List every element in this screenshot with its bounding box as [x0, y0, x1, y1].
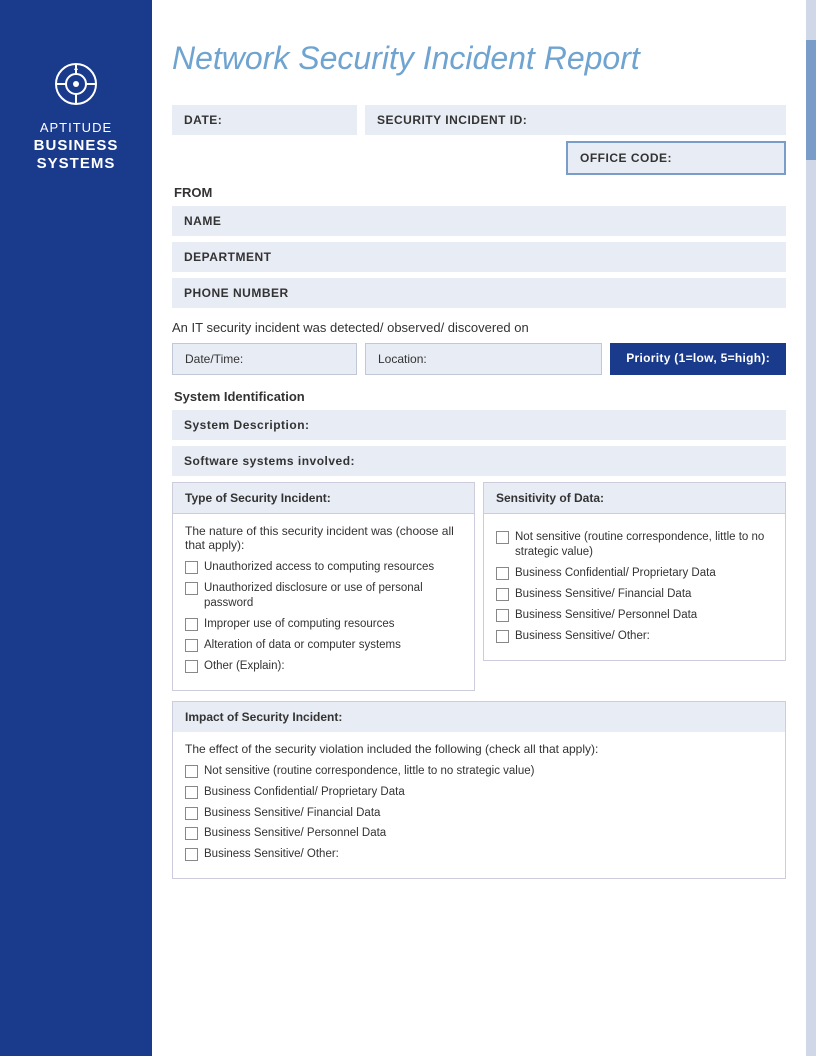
sensitivity-checkbox-item-3: Business Sensitive/ Personnel Data — [496, 608, 773, 623]
scrollbar[interactable] — [806, 0, 816, 1056]
sensitivity-checkbox-item-1: Business Confidential/ Proprietary Data — [496, 566, 773, 581]
main-content: Network Security Incident Report DATE: S… — [152, 0, 816, 919]
type-checkbox-item-4: Other (Explain): — [185, 659, 462, 674]
impact-checkbox-label-0: Not sensitive (routine correspondence, l… — [204, 764, 534, 779]
top-row: DATE: SECURITY INCIDENT ID: — [172, 105, 786, 135]
incident-row: Date/Time: Location: Priority (1=low, 5=… — [172, 343, 786, 375]
impact-checkbox-2[interactable] — [185, 807, 198, 820]
type-checkbox-2[interactable] — [185, 618, 198, 631]
office-code-row: OFFICE CODE: — [172, 141, 786, 175]
sensitivity-checkbox-item-4: Business Sensitive/ Other: — [496, 629, 773, 644]
software-systems-field[interactable]: Software systems involved: — [172, 446, 786, 476]
department-field[interactable]: DEPARTMENT — [172, 242, 786, 272]
phone-field[interactable]: PHONE NUMBER — [172, 278, 786, 308]
type-checkbox-label-1: Unauthorized disclosure or use of person… — [204, 581, 462, 611]
sensitivity-checkbox-label-2: Business Sensitive/ Financial Data — [515, 587, 691, 602]
type-checkbox-4[interactable] — [185, 660, 198, 673]
sidebar-business-label: BUSINESSSYSTEMS — [34, 137, 119, 173]
sensitivity-checkbox-0[interactable] — [496, 531, 509, 544]
type-checkbox-body: The nature of this security incident was… — [173, 514, 474, 690]
sensitivity-checkbox-label-1: Business Confidential/ Proprietary Data — [515, 566, 716, 581]
sensitivity-checkbox-item-0: Not sensitive (routine correspondence, l… — [496, 530, 773, 560]
security-incident-id-field[interactable]: SECURITY INCIDENT ID: — [365, 105, 786, 135]
impact-checkbox-label-4: Business Sensitive/ Other: — [204, 847, 339, 862]
impact-body: The effect of the security violation inc… — [173, 732, 785, 879]
impact-checkbox-item-1: Business Confidential/ Proprietary Data — [185, 785, 773, 800]
type-checkbox-label-4: Other (Explain): — [204, 659, 285, 674]
sidebar-aptitude-label: APTITUDE — [40, 120, 112, 135]
sensitivity-checkbox-label-0: Not sensitive (routine correspondence, l… — [515, 530, 773, 560]
impact-checkbox-item-2: Business Sensitive/ Financial Data — [185, 806, 773, 821]
impact-checkbox-3[interactable] — [185, 827, 198, 840]
sensitivity-checkbox-label-3: Business Sensitive/ Personnel Data — [515, 608, 697, 623]
sensitivity-checkbox-item-2: Business Sensitive/ Financial Data — [496, 587, 773, 602]
two-col-section: Type of Security Incident: The nature of… — [172, 482, 786, 691]
impact-header: Impact of Security Incident: — [173, 702, 785, 732]
sensitivity-checkbox-4[interactable] — [496, 630, 509, 643]
sensitivity-checkbox-1[interactable] — [496, 567, 509, 580]
sidebar: APTITUDE BUSINESSSYSTEMS — [0, 0, 152, 1056]
type-checkbox-section: Type of Security Incident: The nature of… — [172, 482, 475, 691]
page-title: Network Security Incident Report — [172, 40, 786, 77]
location-field[interactable]: Location: — [365, 343, 602, 375]
aptitude-logo-icon — [52, 60, 100, 108]
impact-checkbox-0[interactable] — [185, 765, 198, 778]
sensitivity-checkbox-section: Sensitivity of Data: Not sensitive (rout… — [483, 482, 786, 661]
impact-checkbox-item-4: Business Sensitive/ Other: — [185, 847, 773, 862]
date-field[interactable]: DATE: — [172, 105, 357, 135]
type-checkbox-0[interactable] — [185, 561, 198, 574]
type-checkbox-1[interactable] — [185, 582, 198, 595]
sensitivity-checkbox-label-4: Business Sensitive/ Other: — [515, 629, 650, 644]
it-security-text: An IT security incident was detected/ ob… — [172, 320, 786, 335]
impact-checkbox-4[interactable] — [185, 848, 198, 861]
type-header: Type of Security Incident: — [173, 483, 474, 514]
name-field[interactable]: NAME — [172, 206, 786, 236]
sensitivity-checkbox-body: Not sensitive (routine correspondence, l… — [484, 514, 785, 660]
type-checkbox-label-2: Improper use of computing resources — [204, 617, 394, 632]
impact-checkbox-item-0: Not sensitive (routine correspondence, l… — [185, 764, 773, 779]
priority-field[interactable]: Priority (1=low, 5=high): — [610, 343, 786, 375]
impact-checkbox-label-3: Business Sensitive/ Personnel Data — [204, 826, 386, 841]
type-checkbox-item-2: Improper use of computing resources — [185, 617, 462, 632]
datetime-field[interactable]: Date/Time: — [172, 343, 357, 375]
type-of-security-incident-section: Type of Security Incident: The nature of… — [172, 482, 475, 691]
impact-checkbox-label-1: Business Confidential/ Proprietary Data — [204, 785, 405, 800]
sensitivity-checkbox-3[interactable] — [496, 609, 509, 622]
scrollbar-thumb[interactable] — [806, 40, 816, 160]
type-checkbox-item-0: Unauthorized access to computing resourc… — [185, 560, 462, 575]
nature-subtitle: The nature of this security incident was… — [185, 524, 462, 552]
from-label: FROM — [172, 185, 786, 200]
impact-checkbox-label-2: Business Sensitive/ Financial Data — [204, 806, 380, 821]
effect-subtitle: The effect of the security violation inc… — [185, 742, 773, 756]
type-checkbox-label-3: Alteration of data or computer systems — [204, 638, 401, 653]
type-checkbox-3[interactable] — [185, 639, 198, 652]
sensitivity-checkbox-2[interactable] — [496, 588, 509, 601]
type-checkbox-label-0: Unauthorized access to computing resourc… — [204, 560, 434, 575]
impact-section: Impact of Security Incident: The effect … — [172, 701, 786, 880]
system-identification-header: System Identification — [172, 389, 786, 404]
office-code-field[interactable]: OFFICE CODE: — [566, 141, 786, 175]
sensitivity-of-data-section: Sensitivity of Data: Not sensitive (rout… — [483, 482, 786, 691]
impact-checkbox-1[interactable] — [185, 786, 198, 799]
type-checkbox-item-3: Alteration of data or computer systems — [185, 638, 462, 653]
impact-checkbox-item-3: Business Sensitive/ Personnel Data — [185, 826, 773, 841]
system-description-field[interactable]: System Description: — [172, 410, 786, 440]
type-checkbox-item-1: Unauthorized disclosure or use of person… — [185, 581, 462, 611]
sensitivity-header: Sensitivity of Data: — [484, 483, 785, 514]
